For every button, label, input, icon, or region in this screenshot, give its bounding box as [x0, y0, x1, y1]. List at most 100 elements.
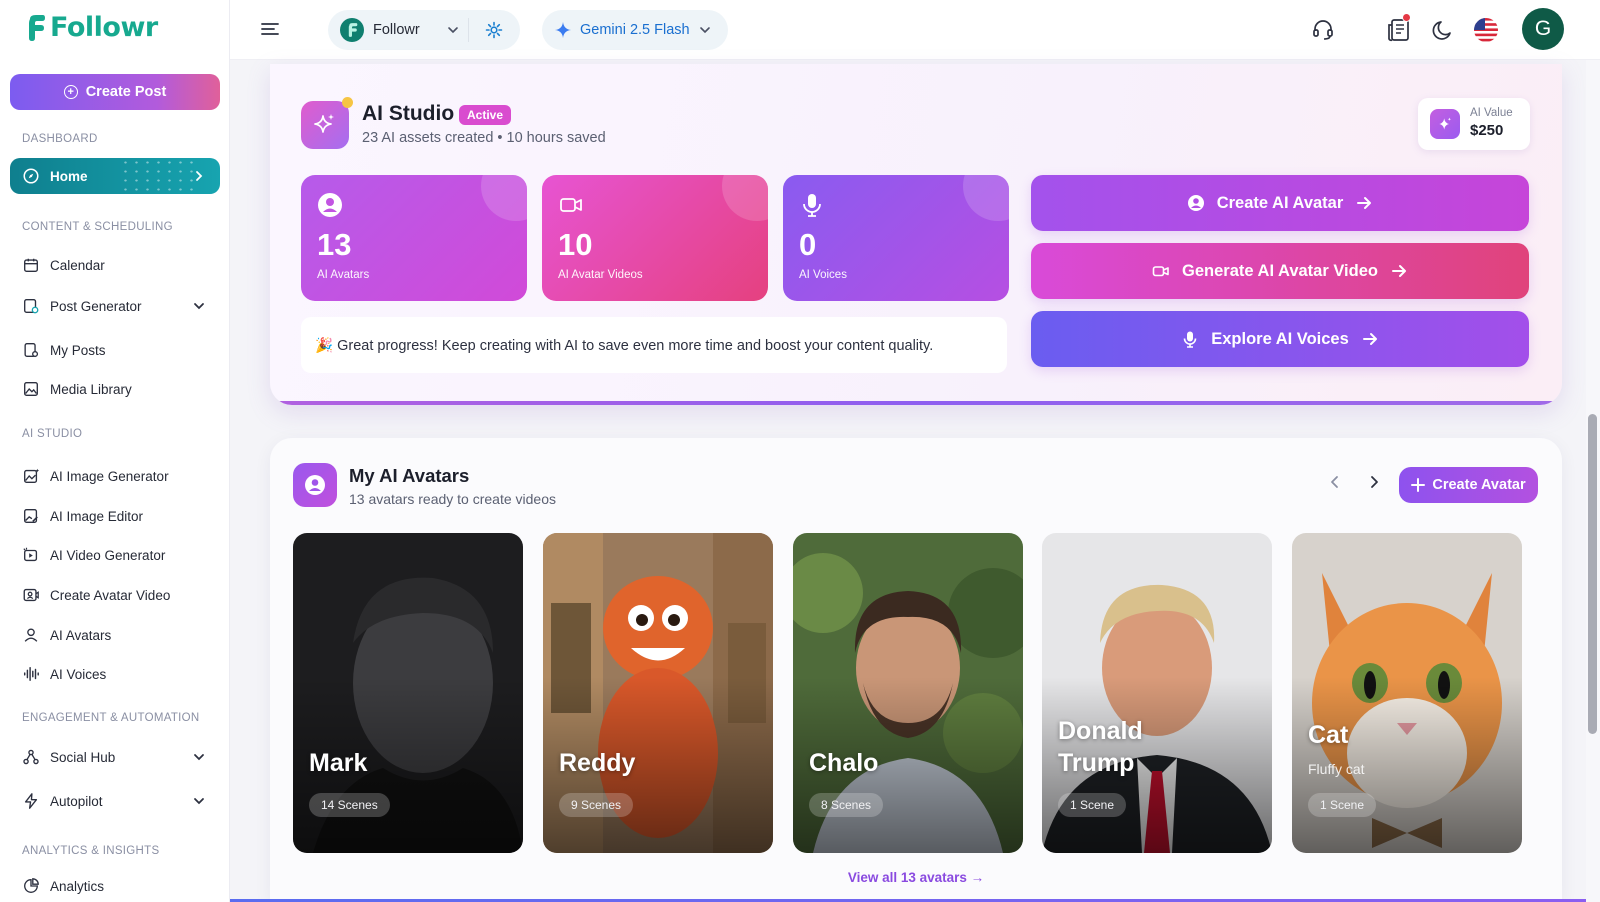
sidebar-item-analytics[interactable]: Analytics	[10, 868, 220, 902]
create-ai-avatar-button[interactable]: Create AI Avatar	[1031, 175, 1529, 231]
sidebar-item-my-posts[interactable]: My Posts	[10, 332, 220, 368]
section-ai-studio: AI STUDIO	[22, 428, 83, 440]
followr-logo-icon	[29, 14, 45, 41]
avatars-title: My AI Avatars	[349, 465, 470, 486]
stat-label: AI Avatar Videos	[558, 269, 643, 281]
image-edit-icon	[24, 509, 38, 523]
scenes-badge: 9 Scenes	[559, 793, 634, 817]
sidebar-item-create-avatar-video[interactable]: Create Avatar Video	[10, 577, 220, 613]
us-flag-icon[interactable]	[1473, 17, 1499, 43]
sidebar-item-label: Post Generator	[50, 298, 142, 314]
section-dashboard: DASHBOARD	[22, 133, 98, 145]
sidebar-item-ai-avatars[interactable]: AI Avatars	[10, 617, 220, 653]
avatar-card-cat[interactable]: Cat Fluffy cat 1 Scene	[1292, 533, 1522, 853]
model-selector[interactable]: Gemini 2.5 Flash	[542, 10, 728, 50]
avatars-subtitle: 13 avatars ready to create videos	[349, 491, 557, 507]
network-icon	[23, 749, 39, 765]
sidebar-item-social-hub[interactable]: Social Hub	[10, 739, 220, 775]
avatar-card-reddy[interactable]: Reddy 9 Scenes	[543, 533, 773, 853]
top-bar: Followr Gemini 2.5 Flash G	[230, 0, 1600, 60]
workspace-selector[interactable]: Followr	[328, 10, 520, 50]
arrow-right-icon	[1391, 265, 1406, 277]
create-avatar-label: Create Avatar	[1432, 477, 1526, 493]
action-label: Generate AI Avatar Video	[1182, 261, 1378, 280]
sidebar-item-label: AI Voices	[50, 666, 107, 682]
workspace-label: Followr	[373, 22, 420, 38]
chevron-down-icon	[448, 27, 458, 34]
chevron-down-icon	[194, 754, 204, 761]
sidebar-item-label: AI Image Editor	[50, 508, 144, 524]
audio-waveform-icon	[23, 666, 39, 682]
workspace-logo-icon	[340, 18, 364, 42]
chevron-left-icon[interactable]	[1327, 474, 1343, 490]
avatar-card-mark[interactable]: Mark 14 Scenes	[293, 533, 523, 853]
pie-chart-icon	[24, 878, 39, 893]
support-headset-icon[interactable]	[1310, 17, 1336, 43]
image-icon	[24, 382, 38, 396]
gear-icon[interactable]	[484, 20, 504, 40]
create-avatar-button[interactable]: Create Avatar	[1399, 467, 1538, 503]
sidebar-item-ai-voices[interactable]: AI Voices	[10, 656, 220, 692]
moon-icon[interactable]	[1430, 17, 1456, 43]
create-post-label: Create Post	[85, 84, 167, 100]
user-circle-icon	[1187, 195, 1204, 211]
action-label: Create AI Avatar	[1216, 193, 1344, 212]
user-icon	[24, 628, 38, 642]
create-post-button[interactable]: + Create Post	[10, 74, 220, 110]
ai-studio-icon	[301, 97, 353, 149]
sidebar-item-ai-image-generator[interactable]: AI Image Generator	[10, 458, 220, 494]
calendar-icon	[24, 258, 38, 272]
action-label: Explore AI Voices	[1211, 329, 1349, 348]
my-posts-icon	[24, 343, 39, 358]
chevron-down-icon	[194, 303, 204, 310]
sidebar-item-ai-image-editor[interactable]: AI Image Editor	[10, 498, 220, 534]
scenes-badge: 14 Scenes	[309, 793, 390, 817]
sidebar-item-home[interactable]: Home	[10, 158, 220, 194]
home-sparkle-decoration	[120, 158, 200, 194]
status-badge: Active	[459, 105, 512, 125]
sparkles-icon	[1430, 109, 1460, 139]
sidebar-item-label: My Posts	[50, 342, 106, 358]
sidebar-item-autopilot[interactable]: Autopilot	[10, 783, 220, 819]
stat-value: 0	[799, 227, 817, 262]
view-all-avatars-link[interactable]: View all 13 avatars →	[270, 870, 1562, 885]
sidebar-item-label: Home	[50, 168, 88, 184]
chevron-down-icon	[194, 798, 204, 805]
followr-logo[interactable]: Followr	[24, 12, 158, 43]
avatar-name: Chalo	[809, 749, 879, 777]
stat-ai-avatar-videos[interactable]: 10 AI Avatar Videos	[542, 175, 768, 301]
avatar-name-line2: Trump	[1058, 749, 1135, 777]
stat-label: AI Voices	[799, 269, 847, 281]
sidebar-item-ai-video-generator[interactable]: AI Video Generator	[10, 537, 220, 573]
section-content-scheduling: CONTENT & SCHEDULING	[22, 221, 173, 233]
stat-ai-voices[interactable]: 0 AI Voices	[783, 175, 1009, 301]
explore-ai-voices-button[interactable]: Explore AI Voices	[1031, 311, 1529, 367]
progress-note: 🎉 Great progress! Keep creating with AI …	[301, 317, 1007, 373]
stat-decoration	[722, 175, 768, 221]
generate-ai-avatar-video-button[interactable]: Generate AI Avatar Video	[1031, 243, 1529, 299]
sparkles-icon	[314, 114, 334, 133]
sidebar-item-media-library[interactable]: Media Library	[10, 371, 220, 407]
stat-value: 10	[558, 227, 593, 262]
sidebar-item-label: AI Avatars	[50, 627, 112, 643]
user-avatar[interactable]: G	[1522, 8, 1564, 50]
avatar-card-donald-trump[interactable]: Donald Trump 1 Scene	[1042, 533, 1272, 853]
avatar-name: Cat	[1308, 721, 1349, 749]
sidebar-item-label: Autopilot	[50, 793, 103, 809]
stat-decoration	[481, 175, 527, 221]
sidebar-item-post-generator[interactable]: Post Generator	[10, 288, 220, 324]
video-generator-icon	[23, 547, 38, 562]
scrollbar-thumb[interactable]	[1588, 414, 1597, 734]
user-circle-icon	[318, 193, 342, 217]
chevron-right-icon[interactable]	[1366, 474, 1382, 490]
pill-divider	[468, 18, 469, 42]
avatar-name-line1: Donald	[1058, 717, 1143, 745]
menu-icon[interactable]	[260, 19, 280, 39]
stat-ai-avatars[interactable]: 13 AI Avatars	[301, 175, 527, 301]
avatar-card-chalo[interactable]: Chalo 8 Scenes	[793, 533, 1023, 853]
avatar-description: Fluffy cat	[1308, 761, 1365, 777]
avatar-name: Reddy	[559, 749, 636, 777]
avatar-name: Mark	[309, 749, 368, 777]
sidebar-item-label: Social Hub	[50, 749, 116, 765]
sidebar-item-calendar[interactable]: Calendar	[10, 247, 220, 283]
